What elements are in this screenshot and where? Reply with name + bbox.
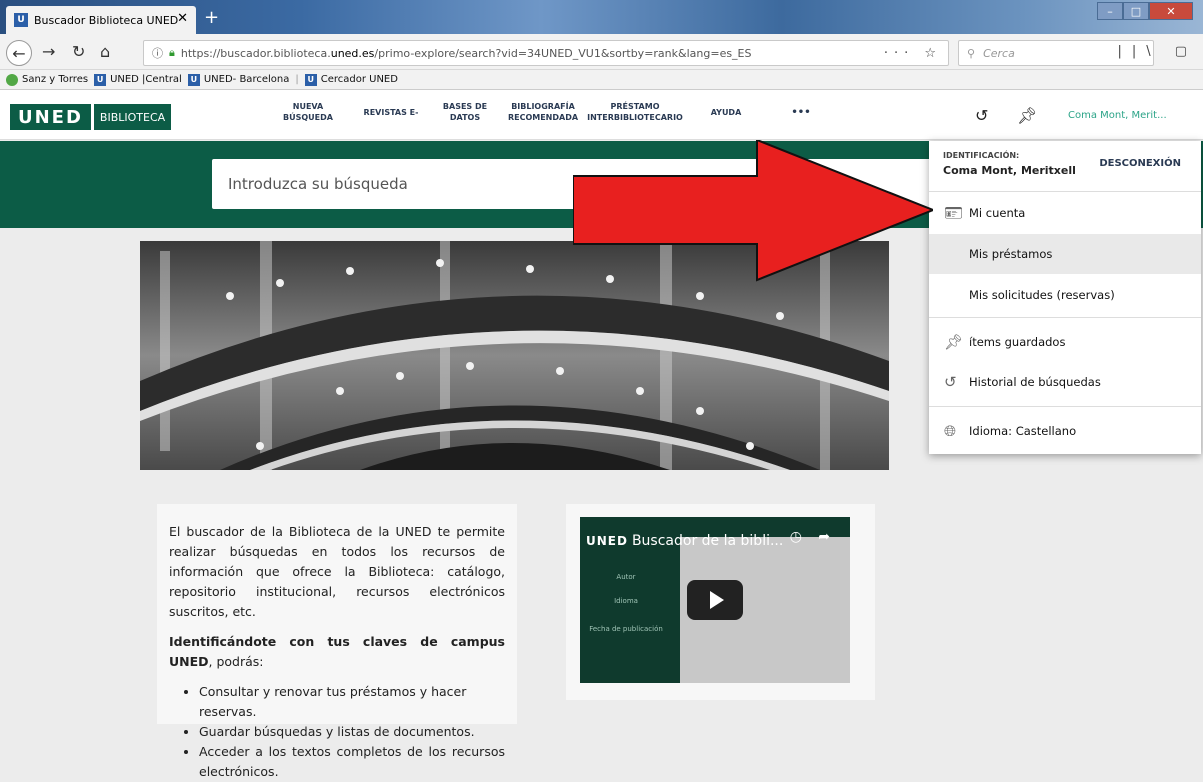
info-icon[interactable]: ⓘ [152, 45, 163, 61]
saved-items-label: ítems guardados [969, 335, 1066, 349]
page-actions-icon[interactable]: ··· ☆ [884, 46, 942, 61]
search-placeholder: Cerca [983, 46, 1015, 60]
menu-bibliografia[interactable]: BIBLIOGRAFÍA RECOMENDADA [507, 101, 579, 123]
tab-title: Buscador Biblioteca UNED [34, 13, 179, 27]
my-requests-item[interactable]: Mis solicitudes (reservas) [929, 275, 1201, 315]
user-menu[interactable]: Coma Mont, Merit... [1068, 110, 1167, 121]
menu-prestamo[interactable]: PRÉSTAMO INTERBIBLIOTECARIO [585, 101, 685, 123]
my-account-item[interactable]: 🪪︎ Mi cuenta [929, 193, 1201, 233]
menu-ayuda[interactable]: AYUDA [708, 107, 744, 118]
menu-bases-de-datos[interactable]: BASES DE DATOS [440, 101, 490, 123]
language-item[interactable]: 🌐︎ Idioma: Castellano [929, 411, 1201, 451]
main-search-placeholder: Introduzca su búsqueda [228, 175, 408, 193]
video-player[interactable]: UNED Buscador de la bibli... Autor Idioma… [580, 517, 850, 683]
annotation-arrow [573, 140, 933, 282]
bookmark-cercador-uned[interactable]: U Cercador UNED [304, 73, 398, 86]
browser-tab-bar: U Buscador Biblioteca UNED ✕ + – □ ✕ [0, 0, 1203, 34]
info-login-paragraph: Identificándote con tus claves de campus… [169, 634, 505, 669]
bookmarks-bar: Sanz y Torres U UNED |Central U UNED- Barc… [0, 70, 1203, 90]
my-loans-item[interactable]: Mis préstamos [929, 234, 1201, 274]
bookmark-uned-central[interactable]: U UNED |Central [94, 73, 182, 86]
logout-button[interactable]: DESCONEXIÓN [1099, 158, 1181, 169]
bookmark-icon [6, 73, 18, 86]
pin-icon: 📌︎ [944, 333, 964, 351]
benefits-list: Consultar y renovar tus préstamos y hace… [169, 682, 505, 782]
logo-text: UNED [10, 104, 91, 130]
watch-later-icon[interactable]: ◷ [790, 529, 802, 545]
bookmark-separator: | [295, 74, 299, 85]
window-controls: – □ ✕ [1097, 2, 1193, 20]
language-label: Idioma: Castellano [969, 424, 1077, 438]
browser-tab[interactable]: U Buscador Biblioteca UNED ✕ [6, 6, 196, 34]
search-icon: ⚲ [967, 46, 976, 60]
history-icon[interactable]: ↺ [975, 106, 988, 125]
uned-icon: U [187, 73, 200, 86]
my-account-label: Mi cuenta [969, 206, 1026, 220]
video-side-label: Idioma [614, 597, 638, 605]
menu-revistas[interactable]: REVISTAS E- [360, 107, 422, 118]
user-full-name: Coma Mont, Meritxell [943, 164, 1076, 177]
close-tab-icon[interactable]: ✕ [177, 11, 188, 26]
library-icon[interactable]: ||\ ▢ [1117, 44, 1197, 59]
bookmark-uned-barcelona[interactable]: U UNED- Barcelona [187, 73, 289, 86]
my-loans-label: Mis préstamos [969, 247, 1053, 261]
uned-favicon-icon: U [14, 13, 28, 27]
reload-button[interactable]: ↻ [72, 42, 85, 61]
divider [929, 406, 1201, 407]
list-item: Consultar y renovar tus préstamos y hace… [199, 682, 505, 722]
divider [929, 191, 1201, 192]
user-dropdown: IDENTIFICACIÓN: Coma Mont, Meritxell DES… [929, 141, 1201, 454]
uned-icon: U [94, 73, 107, 86]
menu-more[interactable]: ••• [788, 107, 814, 118]
maximize-button[interactable]: □ [1123, 2, 1149, 20]
info-paragraph: El buscador de la Biblioteca de la UNED … [169, 524, 505, 619]
my-requests-label: Mis solicitudes (reservas) [969, 288, 1115, 302]
identification-heading: IDENTIFICACIÓN: [943, 151, 1020, 160]
info-card: El buscador de la Biblioteca de la UNED … [157, 504, 517, 779]
uned-logo[interactable]: UNED BIBLIOTECA [10, 104, 172, 130]
menu-nueva-busqueda[interactable]: NUEVA BÚSQUEDA [283, 101, 333, 123]
video-side-label: Fecha de publicación [589, 625, 663, 633]
search-history-label: Historial de búsquedas [969, 375, 1101, 389]
play-button[interactable] [687, 580, 743, 620]
list-item: Acceder a los textos completos de los re… [199, 742, 505, 782]
lock-icon: 🔒︎ [169, 46, 175, 59]
video-title: UNED Buscador de la bibli... [586, 533, 784, 549]
forward-button[interactable]: → [42, 42, 55, 61]
close-window-button[interactable]: ✕ [1149, 2, 1193, 20]
saved-items-item[interactable]: 📌︎ ítems guardados [929, 322, 1201, 362]
new-tab-button[interactable]: + [204, 7, 219, 28]
uned-icon: U [304, 73, 317, 86]
home-button[interactable]: ⌂ [100, 42, 110, 61]
logo-sub: BIBLIOTECA [93, 104, 172, 130]
browser-nav-bar: ← → ↻ ⌂ ⓘ 🔒︎ https://buscador.biblioteca… [0, 34, 1203, 70]
site-header: UNED BIBLIOTECA NUEVA BÚSQUEDA REVISTAS E… [0, 90, 1203, 140]
back-button[interactable]: ← [6, 40, 32, 66]
history-icon: ↺ [944, 373, 957, 391]
divider [929, 317, 1201, 318]
id-card-icon: 🪪︎ [944, 204, 964, 222]
pin-icon[interactable]: 📌︎ [1017, 106, 1037, 125]
globe-icon: 🌐︎ [944, 422, 957, 440]
url-bar[interactable]: ⓘ 🔒︎ https://buscador.biblioteca.uned.es… [143, 40, 949, 66]
search-history-item[interactable]: ↺ Historial de búsquedas [929, 362, 1201, 402]
url-text: https://buscador.biblioteca.uned.es/prim… [180, 46, 752, 60]
share-icon[interactable]: ➦ [818, 529, 830, 545]
bookmark-sanz-y-torres[interactable]: Sanz y Torres [6, 73, 88, 86]
list-item: Guardar búsquedas y listas de documentos… [199, 722, 505, 742]
video-side-label: Autor [616, 573, 636, 581]
minimize-button[interactable]: – [1097, 2, 1123, 20]
